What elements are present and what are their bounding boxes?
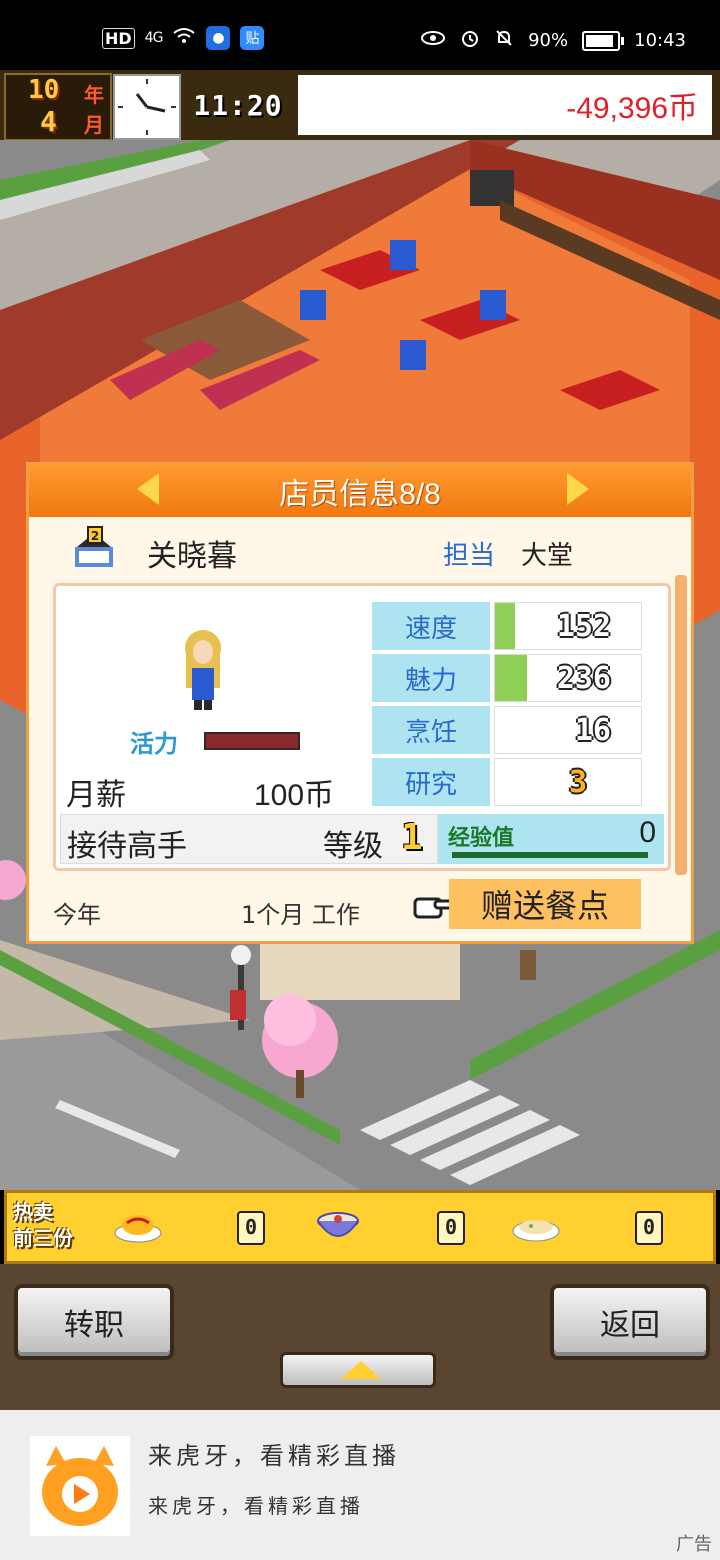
status-bar: HD 4G ● 贴 90% 10:43: [0, 0, 720, 70]
staff-avatar: [176, 628, 230, 712]
ad-label: 广告: [676, 1534, 712, 1555]
staff-info-panel: 店员信息8/8 2 关晓暮 担当 大堂 活力 月薪 100币 接待高手 等级 1…: [26, 462, 694, 944]
stats-table: 速度 152 魅力 236 烹饪 16 研究 3: [372, 602, 644, 810]
stat-fill-bar: [495, 655, 528, 701]
game-time-box: 11:20: [182, 75, 294, 135]
stat-label: 速度: [372, 602, 490, 650]
stat-value: 152: [556, 609, 611, 644]
staff-name: 关晓暮: [147, 540, 237, 573]
work-period-value: 1个月 工作: [241, 901, 360, 929]
stat-value: 236: [556, 661, 611, 696]
vitality-label: 活力: [130, 730, 178, 758]
panel-title-bar: 店员信息8/8: [29, 465, 691, 517]
month-label: 月: [84, 113, 104, 137]
mute-icon: [494, 28, 514, 53]
wifi-icon: [172, 27, 196, 50]
year-number: 10: [28, 75, 60, 105]
svg-text:2: 2: [91, 529, 99, 543]
stat-row-speed: 速度 152: [372, 602, 644, 654]
hot-sellers-bar: 热卖 前三份 0 0 0: [4, 1190, 716, 1264]
salary-value: 100币: [254, 779, 335, 812]
ad-subline: 来虎牙，看精彩直播: [148, 1494, 364, 1518]
battery-percent: 90%: [528, 30, 569, 51]
stat-label: 研究: [372, 758, 490, 806]
experience-bar: [452, 852, 648, 858]
scrollbar-thumb[interactable]: [675, 575, 687, 875]
money-box: -49,396币: [298, 75, 712, 135]
analog-clock-icon: [113, 74, 181, 140]
gift-meal-button[interactable]: 赠送餐点: [449, 879, 641, 929]
stat-label: 烹饪: [372, 706, 490, 754]
duty-label: 担当: [443, 541, 496, 571]
dish-count: 0: [237, 1211, 265, 1245]
game-top-bar: 10 年 4 月 11:20 -49,396币: [0, 70, 720, 141]
experience-label: 经验值: [448, 826, 515, 851]
hd-indicator: HD: [102, 27, 135, 49]
panel-scrollbar[interactable]: [675, 575, 687, 875]
vitality-bar: [204, 732, 300, 750]
eye-icon: [420, 30, 446, 51]
up-arrow-icon: [341, 1361, 381, 1379]
hot-sellers-label-line1: 热卖: [13, 1200, 53, 1224]
staff-rank-badge-icon: 2: [71, 525, 117, 571]
stat-value-box: 236: [494, 654, 642, 702]
dish-count: 0: [635, 1211, 663, 1245]
prev-staff-arrow-icon[interactable]: [137, 473, 159, 505]
stat-row-research: 研究 3: [372, 758, 644, 810]
stat-row-charm: 魅力 236: [372, 654, 644, 706]
huya-logo-icon: [30, 1436, 130, 1536]
status-right: 90% 10:43: [420, 28, 686, 53]
month-number: 4: [40, 105, 57, 138]
stat-label: 魅力: [372, 654, 490, 702]
experience-box: 经验值 0: [438, 814, 664, 864]
stat-value-box: 3: [494, 758, 642, 806]
stat-value-box: 152: [494, 602, 642, 650]
level-value: 1: [401, 817, 423, 858]
year-label: 年: [84, 83, 104, 107]
clock-time: 10:43: [634, 30, 686, 51]
skill-name: 接待高手: [67, 829, 187, 864]
staff-detail-box: 活力 月薪 100币 接待高手 等级 1 经验值 0 速度 152 魅力 236…: [53, 583, 671, 871]
next-staff-arrow-icon[interactable]: [567, 473, 589, 505]
stat-value: 16: [574, 713, 611, 748]
ad-banner[interactable]: 来虎牙，看精彩直播 来虎牙，看精彩直播 广告: [0, 1410, 720, 1560]
soup-bowl-icon: [511, 1205, 561, 1245]
battery-icon: [582, 30, 625, 51]
hot-sellers-label-line2: 前三份: [13, 1226, 73, 1250]
back-button[interactable]: 返回: [550, 1284, 710, 1360]
skill-row: 接待高手 等级 1: [60, 814, 438, 864]
signal-icon: 4G: [144, 30, 164, 46]
stat-row-cooking: 烹饪 16: [372, 706, 644, 758]
panel-title: 店员信息8/8: [279, 478, 441, 511]
level-label: 等级: [323, 829, 383, 864]
status-left: HD 4G ● 贴: [102, 26, 265, 50]
ad-headline: 来虎牙，看精彩直播: [148, 1442, 400, 1470]
dish-count: 0: [437, 1211, 465, 1245]
game-time: 11:20: [193, 88, 283, 122]
date-display: 10 年 4 月: [4, 73, 112, 141]
omelette-rice-icon: [113, 1205, 163, 1245]
stat-value-box: 16: [494, 706, 642, 754]
stat-value: 3: [568, 765, 587, 800]
duty-value: 大堂: [521, 541, 574, 571]
expand-menu-button[interactable]: [280, 1352, 436, 1388]
hot-sellers-label: 热卖 前三份: [13, 1199, 73, 1251]
salary-label: 月薪: [66, 778, 126, 813]
stat-fill-bar: [495, 603, 516, 649]
ramen-bowl-icon: [313, 1205, 363, 1245]
alarm-icon: [460, 28, 480, 53]
bottom-controls: 转职 返回: [0, 1264, 720, 1410]
experience-value: 0: [639, 816, 656, 849]
work-period-label: 今年: [53, 901, 101, 929]
change-job-button[interactable]: 转职: [14, 1284, 174, 1360]
circle-app-icon: ●: [206, 26, 231, 50]
tieba-app-icon: 贴: [240, 26, 265, 50]
money-amount: -49,396币: [566, 92, 698, 125]
